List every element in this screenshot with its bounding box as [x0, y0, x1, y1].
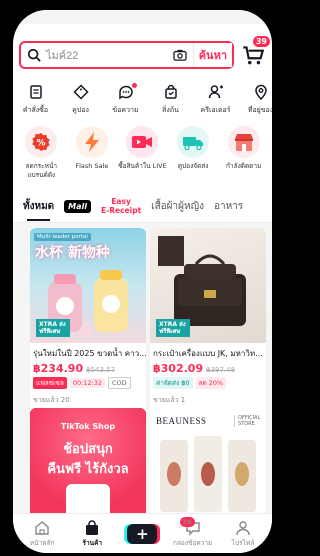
bag-icon: [164, 84, 177, 99]
product-card[interactable]: Multi-leader portal 水杯 新物种 XTRA ส่งฟรีพิ…: [30, 228, 146, 418]
message-icon: [118, 85, 133, 100]
category-label: Flash Sale: [75, 162, 109, 170]
nav-profile[interactable]: โปรไฟล์: [221, 520, 265, 548]
tab-easy-line2: E-Receipt: [101, 206, 142, 215]
bottom-navigation: หน้าหลัก ร้านค้า + 15 กล่องข้อความ โปรไฟ…: [13, 513, 272, 553]
notification-dot: [132, 83, 137, 88]
image-subtext: Multi-leader portal: [34, 233, 91, 241]
tab-mall[interactable]: Mall: [64, 199, 91, 213]
location-icon: [254, 84, 267, 100]
category-label: ลดกระหน่ำแบรนด์ดัง: [25, 162, 58, 179]
shipping-coupon-icon: [183, 137, 204, 151]
search-input[interactable]: ไมค์22: [46, 46, 173, 64]
tab-easy-line1: Easy: [111, 197, 131, 206]
category-live[interactable]: ซื้อสินค้าใน LIVE: [117, 126, 167, 180]
tab-easy-receipt[interactable]: Easy E-Receipt: [101, 197, 141, 215]
xtra-badge: XTRA ส่งฟรีพิเศษ: [36, 319, 70, 337]
image-text: 水杯 新物种: [35, 245, 110, 261]
svg-text:%: %: [37, 139, 46, 149]
cart-button[interactable]: 39: [240, 36, 270, 68]
skincare-packs-illustration: [160, 436, 256, 512]
shortcut-orders[interactable]: คำสั่งซื้อ: [13, 84, 58, 116]
nav-label: กล่องข้อความ: [173, 538, 213, 547]
category-discount[interactable]: % ลดกระหน่ำแบรนด์ดัง: [16, 126, 66, 180]
tiktok-shop-brand: TikTok Shop: [60, 422, 116, 431]
product-title: รุ่นใหม่ในปี 2025 ขวดน้ำ คาว...: [33, 349, 146, 358]
promo-line1: ช้อปสนุก: [63, 442, 113, 457]
shortcut-row: คำสั่งซื้อ คูปอง ข้อความ สิ่งถ้น ครีเอเต…: [13, 83, 272, 116]
shortcut-label: ที่อยู่ของ: [247, 106, 272, 114]
category-label: กำลังติดตาม: [226, 162, 262, 170]
category-tabs: ทั้งหมด Mall Easy E-Receipt เสื้อผ้าผู้ห…: [23, 194, 272, 221]
shortcut-coupon[interactable]: คูปอง: [58, 84, 103, 116]
official-store-label: OFFICIAL STORE: [234, 415, 262, 427]
category-following[interactable]: กำลังติดตาม: [219, 126, 269, 180]
create-plus-icon: +: [127, 523, 158, 544]
product-image: XTRA ส่งฟรีพิเศษ: [150, 228, 266, 343]
search-button[interactable]: ค้นหา: [192, 43, 232, 67]
nav-home[interactable]: หน้าหลัก: [20, 520, 64, 548]
live-icon: [132, 136, 153, 148]
original-price: ฿543.57: [86, 366, 116, 374]
xtra-badge: XTRA ส่งฟรีพิเศษ: [156, 319, 190, 337]
shortcut-label: คำสั่งซื้อ: [22, 106, 49, 114]
search-icon: [27, 48, 41, 62]
nav-label: โปรไฟล์: [231, 538, 255, 547]
product-card[interactable]: XTRA ส่งฟรีพิเศษ กระเป๋าเครื่องแบบ JK, ม…: [150, 228, 266, 418]
product-image: Multi-leader portal 水杯 新物种 XTRA ส่งฟรีพิ…: [30, 228, 146, 343]
category-flash-sale[interactable]: Flash Sale: [67, 126, 117, 180]
product-card[interactable]: TikTok Shop ช้อปสนุก คืนฟรี ไร้กังวล: [30, 408, 146, 518]
bag-graphic: [66, 484, 110, 514]
tab-all[interactable]: ทั้งหมด: [23, 199, 54, 221]
shortcut-label: คูปอง: [72, 106, 89, 114]
search-field[interactable]: ไมค์22 ค้นหา: [19, 41, 234, 69]
original-price: ฿397.48: [206, 366, 236, 374]
flash-sale-tag: แฟลชเซล: [33, 377, 67, 389]
product-card[interactable]: BEAUNESS OFFICIAL STORE: [150, 408, 266, 518]
store-icon: [234, 134, 253, 151]
cart-badge: 39: [252, 36, 270, 47]
product-title: กระเป๋าเครื่องแบบ JK, มหาวิท...: [153, 349, 263, 358]
home-icon: [35, 520, 49, 535]
orders-icon: [29, 85, 42, 99]
category-label: คูปองจัดส่ง: [177, 162, 209, 170]
countdown-timer: 00:12:32: [69, 378, 106, 388]
shortcut-label: สิ่งถ้น: [162, 106, 179, 114]
product-price: ฿302.09: [153, 362, 204, 375]
category-label: ซื้อสินค้าใน LIVE: [118, 162, 167, 170]
shortcut-bag[interactable]: สิ่งถ้น: [148, 84, 193, 116]
camera-icon[interactable]: [173, 49, 187, 61]
category-shipping-coupon[interactable]: คูปองจัดส่ง: [168, 126, 218, 180]
tab-women-clothing[interactable]: เสื้อผ้าผู้หญิง: [151, 199, 204, 214]
profile-icon: [236, 520, 250, 535]
nav-create[interactable]: +: [120, 523, 164, 544]
shortcut-message[interactable]: ข้อความ: [103, 83, 148, 116]
shortcut-label: ครีเอเตอร์: [200, 106, 231, 114]
promo-line2: คืนฟรี ไร้กังวล: [47, 462, 129, 477]
cod-tag: COD: [108, 377, 131, 389]
inbox-badge: 15: [179, 516, 195, 527]
nav-label: ร้านค้า: [82, 538, 103, 547]
nav-label: หน้าหลัก: [29, 538, 55, 547]
product-price: ฿234.90: [33, 362, 84, 375]
coupon-icon: [72, 84, 89, 100]
app-screen: ไมค์22 ค้นหา 39 คำสั่งซื้อ คูปอง ข้อความ…: [13, 10, 272, 553]
free-shipping-tag: ค่าจัดส่ง ฿0: [153, 377, 193, 389]
discount-tag: ลด 20%: [195, 377, 227, 389]
tab-food[interactable]: อาหาร: [214, 199, 243, 214]
discount-icon: %: [32, 133, 50, 151]
shortcut-location[interactable]: ที่อยู่ของ: [238, 84, 272, 116]
category-row: % ลดกระหน่ำแบรนด์ดัง Flash Sale ซื้อสินค…: [13, 126, 272, 180]
search-bar: ไมค์22 ค้นหา 39: [19, 36, 270, 70]
nav-inbox[interactable]: 15 กล่องข้อความ: [171, 516, 215, 548]
shortcut-label: ข้อความ: [112, 106, 139, 114]
flash-icon: [84, 132, 99, 152]
nav-shop[interactable]: ร้านค้า: [70, 519, 114, 548]
shop-bag-icon: [86, 519, 99, 535]
brand-logo: BEAUNESS: [156, 416, 207, 426]
shortcut-creator[interactable]: ครีเอเตอร์: [193, 84, 238, 116]
creator-icon: [208, 85, 223, 99]
